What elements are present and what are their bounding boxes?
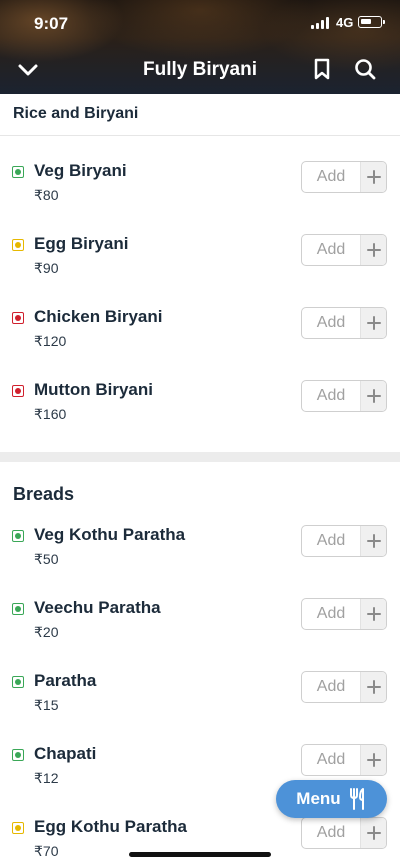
menu-button[interactable]: Menu bbox=[276, 780, 387, 818]
list-item: Mutton Biryani ₹160 Add bbox=[0, 380, 400, 450]
item-price: ₹15 bbox=[34, 697, 59, 713]
plus-icon bbox=[360, 235, 386, 265]
add-button-label: Add bbox=[316, 824, 346, 841]
egg-indicator-icon bbox=[12, 822, 24, 834]
item-name: Paratha bbox=[34, 671, 97, 690]
status-bar: 9:07 4G bbox=[0, 0, 400, 44]
veg-indicator-icon bbox=[12, 749, 24, 761]
add-button-label: Add bbox=[316, 678, 346, 695]
item-name: Veg Biryani bbox=[34, 161, 127, 180]
add-button-label: Add bbox=[316, 387, 346, 404]
app-header: 9:07 4G Fully Biryani bbox=[0, 0, 400, 94]
veg-indicator-icon bbox=[12, 166, 24, 178]
item-price: ₹120 bbox=[34, 333, 67, 349]
home-indicator[interactable] bbox=[129, 852, 271, 857]
plus-icon bbox=[360, 162, 386, 192]
plus-icon bbox=[360, 745, 386, 775]
menu-button-label: Menu bbox=[296, 789, 341, 808]
add-button-label: Add bbox=[316, 168, 346, 185]
add-button[interactable]: Add bbox=[301, 598, 387, 630]
add-button[interactable]: Add bbox=[301, 380, 387, 412]
add-button[interactable]: Add bbox=[301, 307, 387, 339]
add-button[interactable]: Add bbox=[301, 671, 387, 703]
list-item: Egg Biryani ₹90 Add bbox=[0, 234, 400, 304]
item-price: ₹20 bbox=[34, 624, 59, 640]
network-type: 4G bbox=[336, 15, 354, 30]
page-title: Fully Biryani bbox=[142, 59, 258, 80]
add-button[interactable]: Add bbox=[301, 525, 387, 557]
item-name: Egg Biryani bbox=[34, 234, 129, 253]
item-price: ₹50 bbox=[34, 551, 59, 567]
add-button[interactable]: Add bbox=[301, 744, 387, 776]
item-price: ₹12 bbox=[34, 770, 59, 786]
add-button-label: Add bbox=[316, 241, 346, 258]
battery-icon bbox=[358, 16, 385, 28]
search-button[interactable] bbox=[351, 55, 379, 83]
veg-indicator-icon bbox=[12, 603, 24, 615]
item-name: Mutton Biryani bbox=[34, 380, 153, 399]
add-button-label: Add bbox=[316, 605, 346, 622]
item-name: Egg Kothu Paratha bbox=[34, 817, 188, 836]
plus-icon bbox=[360, 818, 386, 848]
item-name: Veg Kothu Paratha bbox=[34, 525, 186, 544]
list-item: Egg Kothu Paratha ₹70 Add bbox=[0, 817, 400, 866]
item-name: Chapati bbox=[34, 744, 97, 763]
signal-icon bbox=[311, 17, 331, 29]
veg-indicator-icon bbox=[12, 676, 24, 688]
egg-indicator-icon bbox=[12, 239, 24, 251]
plus-icon bbox=[360, 599, 386, 629]
item-price: ₹70 bbox=[34, 843, 59, 859]
bookmark-icon bbox=[314, 58, 330, 80]
plus-icon bbox=[360, 672, 386, 702]
add-button[interactable]: Add bbox=[301, 234, 387, 266]
status-time: 9:07 bbox=[34, 14, 69, 33]
nonveg-indicator-icon bbox=[12, 312, 24, 324]
plus-icon bbox=[360, 526, 386, 556]
fork-knife-icon bbox=[349, 788, 364, 810]
plus-icon bbox=[360, 381, 386, 411]
search-icon bbox=[355, 59, 376, 80]
list-item: Paratha ₹15 Add bbox=[0, 671, 400, 741]
sticky-category-header: Rice and Biryani bbox=[0, 94, 400, 136]
list-item: Veechu Paratha ₹20 Add bbox=[0, 598, 400, 668]
list-item: Chicken Biryani ₹120 Add bbox=[0, 307, 400, 377]
sticky-category-label: Rice and Biryani bbox=[13, 105, 139, 122]
veg-indicator-icon bbox=[12, 530, 24, 542]
item-name: Veechu Paratha bbox=[34, 598, 161, 617]
item-name: Chicken Biryani bbox=[34, 307, 163, 326]
item-price: ₹160 bbox=[34, 406, 67, 422]
item-price: ₹90 bbox=[34, 260, 59, 276]
add-button[interactable]: Add bbox=[301, 161, 387, 193]
add-button-label: Add bbox=[316, 314, 346, 331]
list-item: Veg Kothu Paratha ₹50 Add bbox=[0, 525, 400, 595]
category-title: Breads bbox=[13, 484, 75, 504]
list-item: Veg Biryani ₹80 Add bbox=[0, 161, 400, 231]
item-price: ₹80 bbox=[34, 187, 59, 203]
add-button-label: Add bbox=[316, 751, 346, 768]
add-button-label: Add bbox=[316, 532, 346, 549]
add-button[interactable]: Add bbox=[301, 817, 387, 849]
nonveg-indicator-icon bbox=[12, 385, 24, 397]
bookmark-button[interactable] bbox=[308, 55, 336, 83]
plus-icon bbox=[360, 308, 386, 338]
section-divider bbox=[0, 452, 400, 462]
